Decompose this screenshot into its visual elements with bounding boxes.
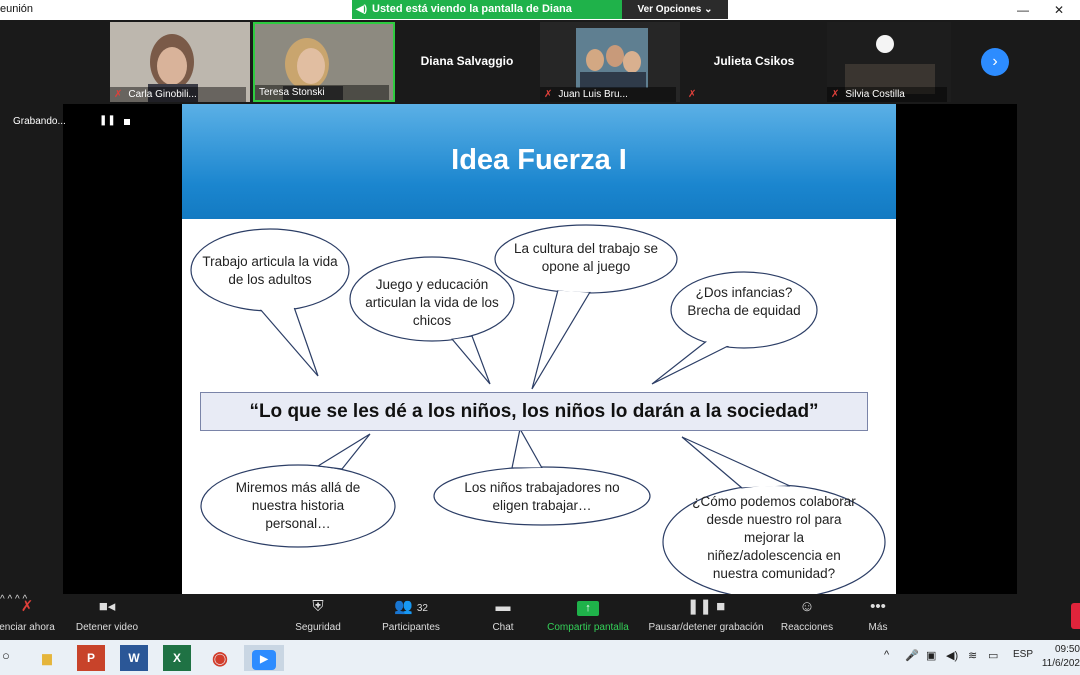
search-icon[interactable]: ○ bbox=[2, 648, 10, 663]
file-explorer-icon[interactable]: ▆ bbox=[33, 645, 61, 671]
video-camera-icon: ■◂ bbox=[98, 598, 116, 615]
reactions-label: Reacciones bbox=[780, 622, 834, 633]
participant-name: Teresa Stonski bbox=[259, 87, 325, 98]
shield-icon: ⛨ bbox=[312, 598, 324, 615]
clock[interactable]: 09:50 11/6/202 bbox=[1040, 643, 1080, 671]
unmute-label: enciar ahora bbox=[0, 622, 55, 633]
share-screen-button[interactable]: ↑ Compartir pantalla bbox=[542, 594, 634, 633]
security-label: Seguridad bbox=[295, 622, 341, 633]
security-button[interactable]: ⛨ Seguridad bbox=[290, 594, 346, 633]
participant-name: Juan Luis Bru... bbox=[558, 89, 628, 100]
bubble-text: ¿Dos infancias? Brecha de equidad bbox=[687, 285, 801, 318]
bubble-text: Juego y educación articulan la vida de l… bbox=[365, 277, 499, 328]
speaker-icon: ◀) bbox=[356, 4, 368, 15]
chat-button[interactable]: ▬ Chat bbox=[486, 594, 520, 633]
record-label: Pausar/detener grabación bbox=[648, 622, 764, 633]
network-icon[interactable]: ▣ bbox=[926, 649, 936, 662]
unmute-button[interactable]: ✗ enciar ahora bbox=[0, 594, 58, 633]
participant-gallery: ✗ Carla Ginobili... Teresa Stonski Diana … bbox=[0, 20, 1080, 104]
clock-time: 09:50 bbox=[1054, 644, 1080, 655]
pause-recording-icon[interactable]: ❚❚ bbox=[99, 115, 116, 126]
participant-name: Silvia Costilla bbox=[845, 89, 905, 100]
presentation-slide: Idea Fuerza I Trabajo articula la vida d… bbox=[182, 104, 896, 594]
recording-label: Grabando... bbox=[13, 116, 66, 127]
bubble-text: Miremos más allá de nuestra historia per… bbox=[235, 480, 361, 531]
microphone-icon[interactable]: 🎤 bbox=[905, 649, 919, 662]
bubble-text: Trabajo articula la vida de los adultos bbox=[202, 254, 338, 287]
windows-taskbar: ○ ▆ P W X ◉ ▶ ^ 🎤 ▣ ◀) ≋ ▭ ESP 09:50 11/… bbox=[0, 640, 1080, 675]
participant-tile[interactable]: Diana Salvaggio bbox=[397, 22, 537, 102]
people-icon: 👥 bbox=[394, 598, 413, 615]
recording-indicator: Grabando... ❚❚ bbox=[0, 112, 140, 132]
chat-label: Chat bbox=[492, 622, 514, 633]
participant-tile[interactable]: ✗ Silvia Costilla bbox=[827, 22, 951, 102]
bubble-tail bbox=[511, 427, 544, 469]
end-meeting-button[interactable] bbox=[1071, 603, 1080, 629]
bubble-tail bbox=[450, 335, 491, 385]
emoji-plus-icon: ☺ bbox=[799, 598, 815, 615]
zoom-app-icon[interactable]: ▶ bbox=[244, 645, 284, 671]
battery-icon[interactable]: ▭ bbox=[988, 649, 998, 662]
more-label: Más bbox=[868, 622, 888, 633]
bubble-text: La cultura del trabajo se opone al juego bbox=[513, 241, 659, 274]
video-camera-icon: ▶ bbox=[252, 650, 276, 670]
word-icon[interactable]: W bbox=[120, 645, 148, 671]
wifi-icon[interactable]: ≋ bbox=[968, 649, 977, 662]
stop-video-button[interactable]: ■◂ Detener video bbox=[72, 594, 142, 633]
meeting-toolbar: ✗ enciar ahora ^ ■◂ Detener video ^ ⛨ Se… bbox=[0, 594, 1080, 640]
share-arrow-icon: ↑ bbox=[577, 601, 599, 616]
chrome-icon[interactable]: ◉ bbox=[206, 645, 234, 671]
view-options-button[interactable]: Ver Opciones ⌄ bbox=[622, 0, 728, 19]
slide-quote: “Lo que se les dé a los niños, los niños… bbox=[200, 392, 868, 431]
bubble-tail bbox=[681, 436, 791, 489]
participant-count: 32 bbox=[416, 603, 428, 614]
bubble-tail bbox=[531, 289, 592, 390]
chevron-up-icon[interactable]: ^ bbox=[884, 649, 889, 661]
participant-tile[interactable]: Julieta Csikos ✗ bbox=[684, 22, 824, 102]
chevron-right-icon: › bbox=[992, 53, 998, 70]
screen-share-banner: ◀) Usted está viendo la pantalla de Dian… bbox=[352, 0, 622, 34]
participant-name: Carla Ginobili... bbox=[128, 89, 197, 100]
reactions-button[interactable]: ☺ Reacciones bbox=[778, 594, 836, 633]
stop-recording-icon[interactable] bbox=[124, 119, 130, 125]
next-page-button[interactable]: › bbox=[981, 48, 1009, 76]
bubble-text: ¿Cómo podemos colaborar desde nuestro ro… bbox=[692, 494, 856, 581]
participant-name: Julieta Csikos bbox=[713, 54, 795, 68]
muted-mic-icon: ✗ bbox=[688, 89, 697, 100]
participants-label: Participantes bbox=[382, 622, 440, 633]
participant-tile-active-speaker[interactable]: Teresa Stonski bbox=[253, 22, 395, 102]
muted-mic-icon: ✗ bbox=[114, 89, 123, 100]
bubble-text: Los niños trabajadores no eligen trabaja… bbox=[464, 480, 620, 513]
window-title: eunión bbox=[0, 3, 34, 15]
more-button[interactable]: ••• Más bbox=[864, 594, 892, 633]
more-dots-icon: ••• bbox=[870, 598, 886, 615]
powerpoint-icon[interactable]: P bbox=[77, 645, 105, 671]
chat-bubble-icon: ▬ bbox=[495, 598, 511, 615]
share-screen-label: Compartir pantalla bbox=[547, 622, 629, 633]
minimize-button[interactable]: — bbox=[1008, 0, 1038, 20]
clock-date: 11/6/202 bbox=[1041, 658, 1080, 669]
muted-mic-icon: ✗ bbox=[20, 598, 34, 615]
language-indicator[interactable]: ESP bbox=[1013, 649, 1033, 660]
pause-stop-recording-button[interactable]: ❚❚ ■ Pausar/detener grabación bbox=[644, 594, 768, 633]
muted-mic-icon: ✗ bbox=[544, 89, 553, 100]
participants-button[interactable]: 👥 32 Participantes bbox=[378, 594, 444, 633]
muted-mic-icon: ✗ bbox=[831, 89, 840, 100]
volume-icon[interactable]: ◀) bbox=[946, 649, 958, 662]
close-button[interactable]: ✕ bbox=[1044, 0, 1074, 20]
bubble-tail bbox=[316, 433, 371, 470]
pause-stop-icon: ❚❚ ■ bbox=[686, 598, 726, 615]
participant-name: Diana Salvaggio bbox=[420, 54, 514, 68]
bubble-tail bbox=[258, 306, 319, 377]
participant-tile[interactable]: ✗ Carla Ginobili... bbox=[110, 22, 250, 102]
stop-video-label: Detener video bbox=[75, 622, 139, 633]
bubble-tail bbox=[651, 339, 732, 385]
excel-icon[interactable]: X bbox=[163, 645, 191, 671]
participant-tile[interactable]: ✗ Juan Luis Bru... bbox=[540, 22, 680, 102]
